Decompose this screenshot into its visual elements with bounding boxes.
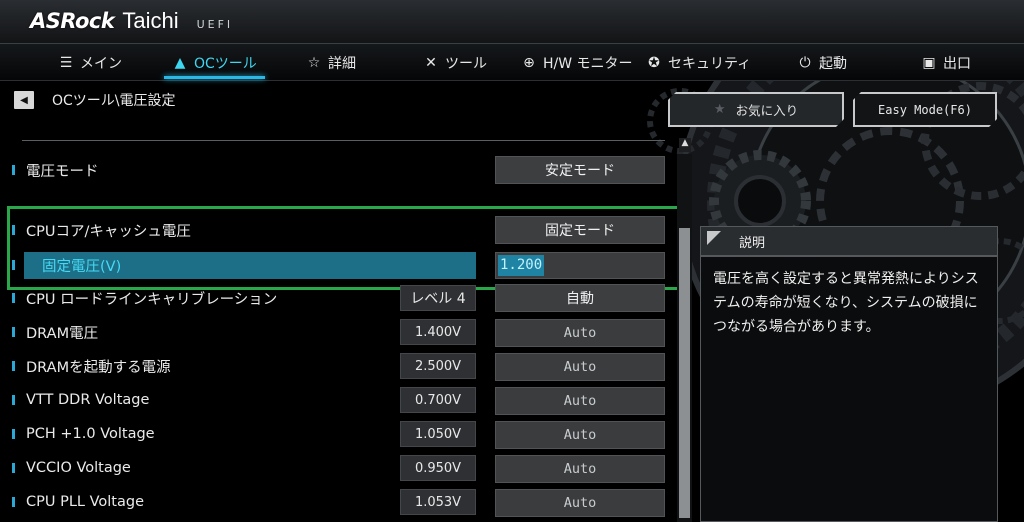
dram-boot-power-label: DRAMを起動する電源 <box>26 359 171 376</box>
bullet-icon <box>12 463 15 473</box>
nav-oc-label: OCツール <box>194 55 257 72</box>
back-arrow-icon[interactable]: ◀ <box>14 91 34 109</box>
rocket-icon: ▲ <box>174 54 186 71</box>
dram-voltage-label: DRAM電圧 <box>26 325 99 342</box>
vccio-current: 0.950V <box>400 455 476 481</box>
nav-main-label: メイン <box>80 55 122 72</box>
power-icon: ⏻ <box>799 54 811 71</box>
nav-security-label: セキュリティ <box>668 55 752 72</box>
nav-advanced[interactable]: ☆ 詳細 <box>306 44 356 81</box>
description-title: 説明 <box>739 235 766 251</box>
exit-icon: ▣ <box>922 54 936 71</box>
star-icon: ☆ <box>307 54 321 71</box>
brand-asrock: ASRock <box>30 9 115 33</box>
nav-exit[interactable]: ▣ 出口 <box>921 44 971 81</box>
bullet-icon <box>12 165 15 175</box>
nav-advanced-label: 詳細 <box>328 55 356 72</box>
setting-pch-voltage[interactable]: PCH +1.0 Voltage <box>12 421 155 447</box>
scrollbar-thumb[interactable] <box>679 228 690 518</box>
vccio-input[interactable]: Auto <box>495 455 665 483</box>
voltage-mode-select[interactable]: 安定モード <box>495 156 665 184</box>
tools-icon: ✕ <box>425 54 437 71</box>
breadcrumb-text: OCツール\電圧設定 <box>52 93 176 109</box>
pch-voltage-input[interactable]: Auto <box>495 421 665 449</box>
list-icon: ☰ <box>59 54 73 71</box>
separator <box>22 140 665 141</box>
cpu-pll-current: 1.053V <box>400 489 476 515</box>
dram-boot-power-input[interactable]: Auto <box>495 353 665 381</box>
nav-security[interactable]: ✪ セキュリティ <box>646 44 751 81</box>
nav-tool[interactable]: ✕ ツール <box>423 44 487 81</box>
vtt-ddr-label: VTT DDR Voltage <box>26 392 150 408</box>
star-icon: ★ <box>713 102 726 117</box>
vtt-ddr-current: 0.700V <box>400 387 476 413</box>
setting-llc[interactable]: CPU ロードラインキャリブレーション <box>12 285 277 311</box>
description-panel: 電圧を高く設定すると異常発熱によりシステムの寿命が短くなり、システムの破損につな… <box>700 256 998 522</box>
brand-product: Taichi <box>122 8 179 33</box>
vtt-ddr-input[interactable]: Auto <box>495 387 665 415</box>
header-bar: ASRock Taichi UEFI <box>0 0 1024 44</box>
shield-icon: ✪ <box>648 54 660 71</box>
nav-hw-monitor[interactable]: ⊕ H/W モニター <box>521 44 633 81</box>
llc-label: CPU ロードラインキャリブレーション <box>26 291 278 308</box>
setting-voltage-mode[interactable]: 電圧モード <box>12 157 99 183</box>
easy-mode-button[interactable]: Easy Mode(F6) <box>853 92 997 127</box>
description-text: 電圧を高く設定すると異常発熱によりシステムの寿命が短くなり、システムの破損につな… <box>713 271 979 335</box>
corner-icon <box>707 231 721 245</box>
llc-select[interactable]: 自動 <box>495 284 665 312</box>
setting-cpu-pll[interactable]: CPU PLL Voltage <box>12 489 144 515</box>
breadcrumb: ◀ OCツール\電圧設定 <box>14 90 176 110</box>
bullet-icon <box>12 395 15 405</box>
setting-dram-boot-power[interactable]: DRAMを起動する電源 <box>12 353 171 379</box>
description-header: 説明 <box>700 226 998 256</box>
setting-vccio[interactable]: VCCIO Voltage <box>12 455 131 481</box>
pch-voltage-label: PCH +1.0 Voltage <box>26 426 155 442</box>
monitor-icon: ⊕ <box>523 54 535 71</box>
annotation-box <box>7 206 684 290</box>
bullet-icon <box>12 293 15 303</box>
scroll-up-icon[interactable]: ▲ <box>679 138 691 152</box>
cpu-pll-input[interactable]: Auto <box>495 489 665 517</box>
bullet-icon <box>12 361 15 371</box>
brand-logo: ASRock Taichi UEFI <box>30 8 233 38</box>
dram-boot-power-current: 2.500V <box>400 353 476 379</box>
nav-main[interactable]: ☰ メイン <box>58 44 122 81</box>
voltage-mode-label: 電圧モード <box>26 163 99 180</box>
nav-tool-label: ツール <box>445 55 487 72</box>
cpu-pll-label: CPU PLL Voltage <box>26 494 144 510</box>
setting-vtt-ddr[interactable]: VTT DDR Voltage <box>12 387 149 413</box>
favorites-button[interactable]: ★ お気に入り <box>668 92 844 127</box>
main-nav: ☰ メイン ▲ OCツール ☆ 詳細 ✕ ツール ⊕ H/W モニター ✪ セキ… <box>0 44 1024 81</box>
bullet-icon <box>12 429 15 439</box>
nav-oc-tweaker[interactable]: ▲ OCツール <box>164 44 265 81</box>
nav-hw-label: H/W モニター <box>543 55 633 72</box>
setting-dram-voltage[interactable]: DRAM電圧 <box>12 319 98 345</box>
dram-voltage-input[interactable]: Auto <box>495 319 665 347</box>
favorites-label: お気に入り <box>735 103 799 118</box>
bullet-icon <box>12 327 15 337</box>
llc-current-value: レベル 4 <box>400 285 476 311</box>
pch-voltage-current: 1.050V <box>400 421 476 447</box>
brand-uefi: UEFI <box>196 18 234 31</box>
dram-voltage-current: 1.400V <box>400 319 476 345</box>
nav-boot[interactable]: ⏻ 起動 <box>797 44 847 81</box>
bullet-icon <box>12 497 15 507</box>
nav-exit-label: 出口 <box>943 55 971 72</box>
nav-boot-label: 起動 <box>819 55 847 72</box>
vccio-label: VCCIO Voltage <box>26 460 131 476</box>
